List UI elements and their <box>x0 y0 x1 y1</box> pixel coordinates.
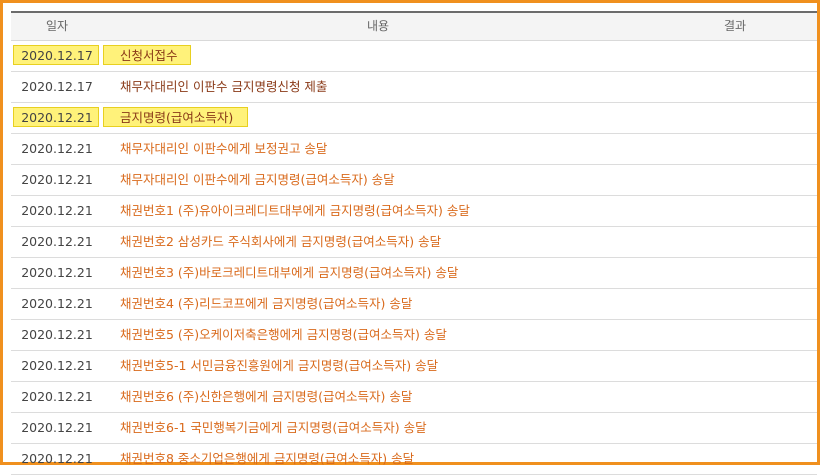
row-result <box>653 196 817 226</box>
table-row: 2020.12.21 채권번호4 (주)리드코프에게 금지명령(급여소득자) 송… <box>11 289 817 320</box>
row-result <box>653 444 817 474</box>
row-date: 2020.12.21 <box>21 358 93 373</box>
table-row: 2020.12.21 채권번호6-1 국민행복기금에게 금지명령(급여소득자) … <box>11 413 817 444</box>
table-row: 2020.12.17 채무자대리인 이판수 금지명령신청 제출 <box>11 72 817 103</box>
row-date: 2020.12.21 <box>21 389 93 404</box>
row-result <box>653 227 817 257</box>
table-row: 2020.12.21 채권번호3 (주)바로크레디트대부에게 금지명령(급여소득… <box>11 258 817 289</box>
table-row: 2020.12.21 채권번호6 (주)신한은행에게 금지명령(급여소득자) 송… <box>11 382 817 413</box>
row-result <box>653 41 817 71</box>
table-row: 2020.12.21 채권번호5-1 서민금융진흥원에게 금지명령(급여소득자)… <box>11 351 817 382</box>
row-date: 2020.12.21 <box>21 265 93 280</box>
row-date: 2020.12.17 <box>21 79 93 94</box>
row-content: 채권번호3 (주)바로크레디트대부에게 금지명령(급여소득자) 송달 <box>120 265 459 280</box>
row-date: 2020.12.21 <box>21 110 93 125</box>
row-result <box>653 320 817 350</box>
table-row: 2020.12.21 채권번호8 중소기업은행에게 금지명령(급여소득자) 송달 <box>11 444 817 475</box>
row-result <box>653 134 817 164</box>
row-date: 2020.12.21 <box>21 234 93 249</box>
row-result <box>653 382 817 412</box>
row-date: 2020.12.21 <box>21 327 93 342</box>
row-content: 채권번호6 (주)신한은행에게 금지명령(급여소득자) 송달 <box>120 389 413 404</box>
row-result <box>653 413 817 443</box>
row-content: 채권번호4 (주)리드코프에게 금지명령(급여소득자) 송달 <box>120 296 413 311</box>
row-result <box>653 72 817 102</box>
table-row: 2020.12.17 신청서접수 <box>11 41 817 72</box>
row-date: 2020.12.17 <box>21 48 93 63</box>
row-result <box>653 165 817 195</box>
row-result <box>653 258 817 288</box>
header-content: 내용 <box>366 19 390 33</box>
header-result: 결과 <box>723 19 747 33</box>
row-date: 2020.12.21 <box>21 172 93 187</box>
row-content: 채권번호5 (주)오케이저축은행에게 금지명령(급여소득자) 송달 <box>120 327 447 342</box>
row-content: 채권번호1 (주)유아이크레디트대부에게 금지명령(급여소득자) 송달 <box>120 203 470 218</box>
table-row: 2020.12.21 금지명령(급여소득자) <box>11 103 817 134</box>
row-date: 2020.12.21 <box>21 451 93 466</box>
table-row: 2020.12.21 채무자대리인 이판수에게 금지명령(급여소득자) 송달 <box>11 165 817 196</box>
row-result <box>653 289 817 319</box>
table-row: 2020.12.21 채권번호5 (주)오케이저축은행에게 금지명령(급여소득자… <box>11 320 817 351</box>
row-content: 채권번호8 중소기업은행에게 금지명령(급여소득자) 송달 <box>120 451 415 466</box>
row-content: 채권번호5-1 서민금융진흥원에게 금지명령(급여소득자) 송달 <box>120 358 439 373</box>
screenshot-frame: 일자 내용 결과 2020.12.17 신청서접수 2020.12.17 채무자… <box>0 0 820 475</box>
table-row: 2020.12.21 채무자대리인 이판수에게 보정권고 송달 <box>11 134 817 165</box>
row-content: 채무자대리인 이판수에게 금지명령(급여소득자) 송달 <box>120 172 395 187</box>
table-header: 일자 내용 결과 <box>11 13 817 41</box>
row-content: 금지명령(급여소득자) <box>120 110 234 125</box>
table-row: 2020.12.21 채권번호1 (주)유아이크레디트대부에게 금지명령(급여소… <box>11 196 817 227</box>
table-row: 2020.12.21 채권번호2 삼성카드 주식회사에게 금지명령(급여소득자)… <box>11 227 817 258</box>
row-content: 신청서접수 <box>120 48 178 63</box>
row-content: 채무자대리인 이판수 금지명령신청 제출 <box>120 79 328 94</box>
row-date: 2020.12.21 <box>21 420 93 435</box>
row-date: 2020.12.21 <box>21 296 93 311</box>
row-date: 2020.12.21 <box>21 203 93 218</box>
row-result <box>653 103 817 133</box>
case-history-table: 일자 내용 결과 2020.12.17 신청서접수 2020.12.17 채무자… <box>11 11 817 475</box>
row-content: 채무자대리인 이판수에게 보정권고 송달 <box>120 141 328 156</box>
row-content: 채권번호6-1 국민행복기금에게 금지명령(급여소득자) 송달 <box>120 420 427 435</box>
row-date: 2020.12.21 <box>21 141 93 156</box>
row-result <box>653 351 817 381</box>
row-content: 채권번호2 삼성카드 주식회사에게 금지명령(급여소득자) 송달 <box>120 234 442 249</box>
header-date: 일자 <box>45 19 69 33</box>
